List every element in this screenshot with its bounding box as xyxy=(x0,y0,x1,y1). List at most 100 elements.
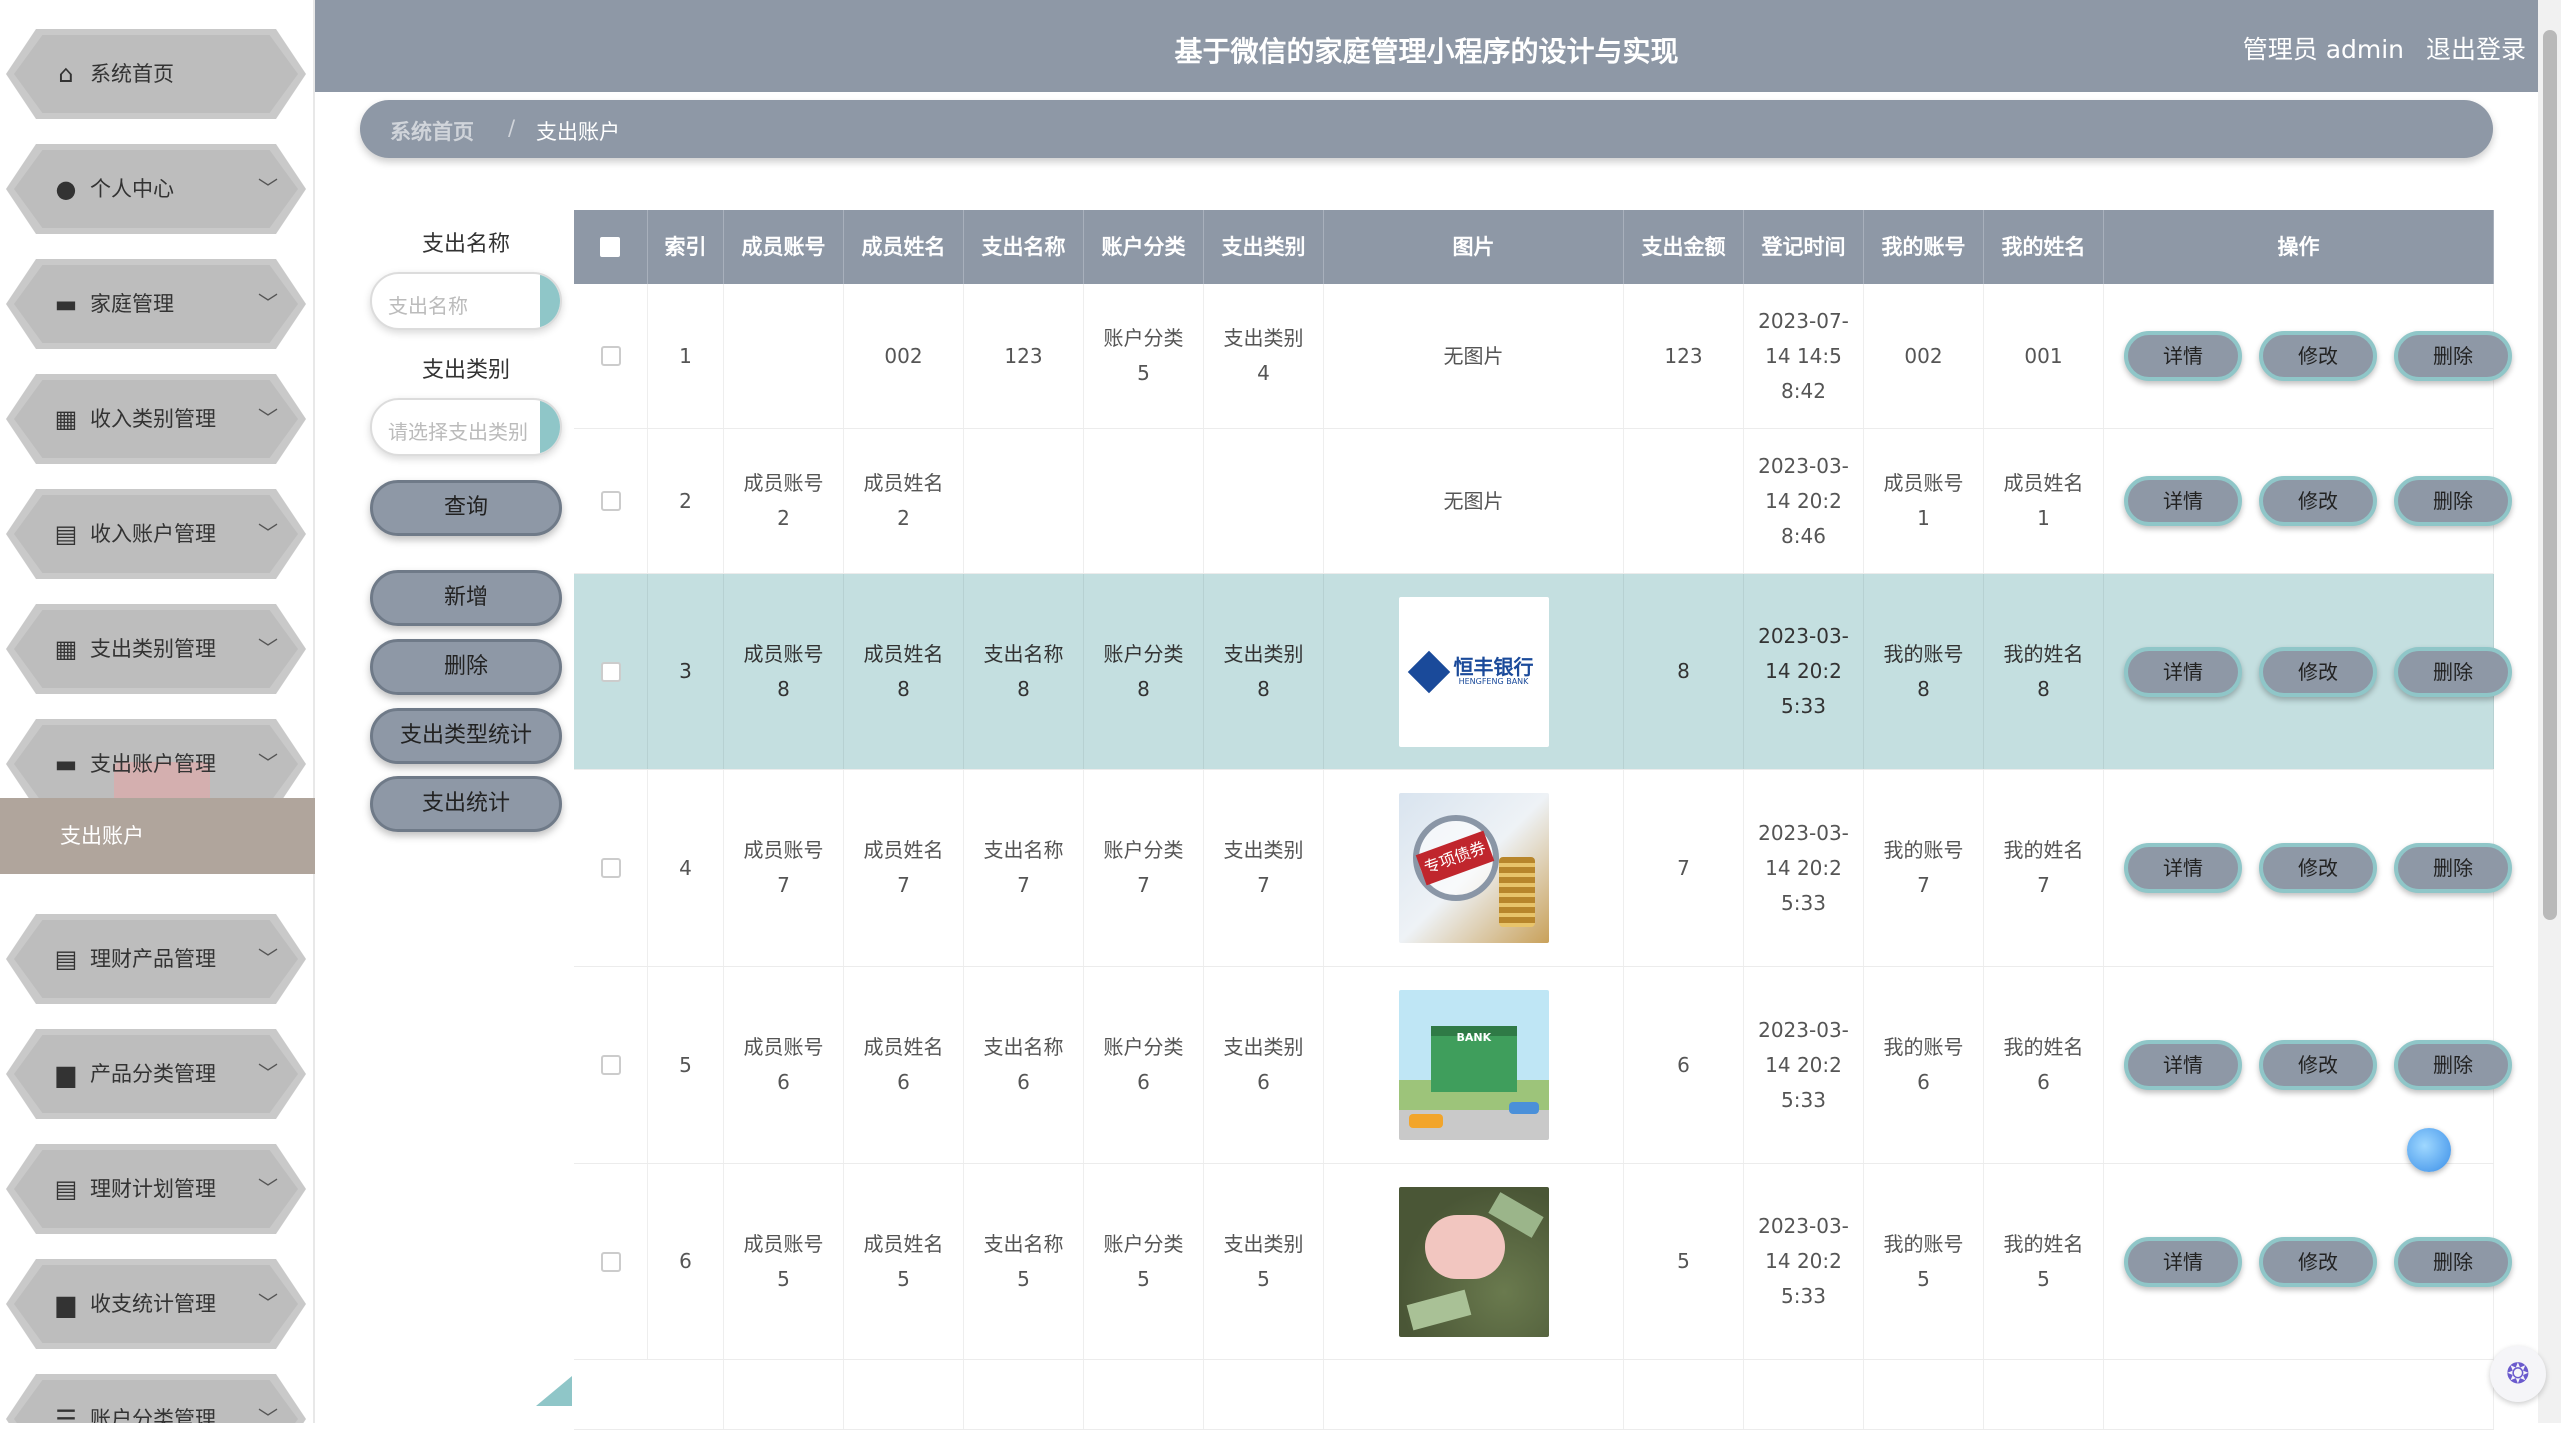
expense-type-select[interactable]: 请选择支出类别 xyxy=(370,398,562,456)
expense-stats-button[interactable]: 支出统计 xyxy=(370,776,562,832)
breadcrumb-separator: / xyxy=(508,116,516,140)
edit-button[interactable]: 修改 xyxy=(2259,843,2377,893)
edit-button[interactable]: 修改 xyxy=(2259,646,2377,697)
delete-button[interactable]: 删除 xyxy=(2394,476,2512,526)
detail-button[interactable]: 详情 xyxy=(2124,1040,2242,1090)
cell-amount xyxy=(1624,429,1744,573)
bank-logo-text: 恒丰银行 xyxy=(1453,655,1534,680)
table-row[interactable]: 6 成员账号5 成员姓名5 支出名称5 账户分类5 支出类别5 5 2023-03-14 20… xyxy=(574,1164,2512,1360)
column-header[interactable]: 操作 xyxy=(2104,210,2494,284)
sidebar-item-0[interactable]: ⌂ 系统首页 xyxy=(6,29,306,119)
row-checkbox[interactable] xyxy=(600,858,621,878)
detail-button[interactable]: 详情 xyxy=(2124,646,2242,697)
cell-expense-type: 支出类别6 xyxy=(1204,967,1324,1163)
cell-time: 2023-07-14 14:58:42 xyxy=(1744,284,1864,428)
column-header[interactable]: 索引 xyxy=(648,210,724,284)
row-checkbox[interactable] xyxy=(600,1055,621,1075)
delete-button[interactable]: 删除 xyxy=(2394,1040,2512,1090)
detail-button[interactable]: 详情 xyxy=(2124,843,2242,893)
batch-delete-button[interactable]: 删除 xyxy=(370,639,562,695)
sidebar-item-1[interactable]: ● 个人中心 ﹀ xyxy=(6,144,306,234)
detail-button[interactable]: 详情 xyxy=(2124,1236,2242,1287)
ai-assistant-icon[interactable]: ❂ xyxy=(2490,1346,2546,1402)
row-checkbox[interactable] xyxy=(600,346,621,366)
sidebar-item-label: 支出账户管理 xyxy=(90,752,216,776)
edit-button[interactable]: 修改 xyxy=(2259,331,2377,381)
grid-icon: ▦ xyxy=(54,405,78,433)
table-row[interactable]: 1 002 123 账户分类5 支出类别4 无图片 123 2023-07-14 14:58:… xyxy=(574,284,2512,429)
column-header[interactable]: 图片 xyxy=(1324,210,1624,284)
table-row[interactable] xyxy=(574,1360,2494,1430)
column-header[interactable]: 成员姓名 xyxy=(844,210,964,284)
cell-expense-name: 支出名称5 xyxy=(964,1164,1084,1359)
scrollbar-thumb[interactable] xyxy=(2543,30,2557,920)
detail-button[interactable]: 详情 xyxy=(2124,331,2242,381)
table-row[interactable]: 5 成员账号6 成员姓名6 支出名称6 账户分类6 支出类别6 BANK 6 2023-03-1… xyxy=(574,967,2512,1164)
column-header[interactable]: 支出名称 xyxy=(964,210,1084,284)
car-icon xyxy=(1408,1114,1443,1128)
delete-button[interactable]: 删除 xyxy=(2394,646,2512,697)
sidebar-subitem-expense-account[interactable]: 支出账户 xyxy=(0,798,315,874)
expense-type-stats-button[interactable]: 支出类型统计 xyxy=(370,708,562,764)
column-header[interactable]: 账户分类 xyxy=(1084,210,1204,284)
cell-expense-name xyxy=(964,429,1084,573)
add-button[interactable]: 新增 xyxy=(370,570,562,626)
cell-expense-type: 支出类别8 xyxy=(1204,574,1324,769)
row-checkbox[interactable] xyxy=(600,661,621,682)
cell-member-name: 成员姓名6 xyxy=(844,967,964,1163)
column-header[interactable]: 支出类别 xyxy=(1204,210,1324,284)
cell-index: 5 xyxy=(648,967,724,1163)
page-scrollbar[interactable] xyxy=(2538,0,2561,1423)
sidebar-item-10[interactable]: ▆ 收支统计管理 ﹀ xyxy=(6,1259,306,1349)
diamond-icon xyxy=(1407,650,1450,693)
delete-button[interactable]: 删除 xyxy=(2394,331,2512,381)
actions-cell: 详情 修改 删除 xyxy=(2104,574,2512,769)
edit-button[interactable]: 修改 xyxy=(2259,1236,2377,1287)
cell-index: 1 xyxy=(648,284,724,428)
cell-expense-type: 支出类别4 xyxy=(1204,284,1324,428)
breadcrumb-home[interactable]: 系统首页 xyxy=(390,116,474,146)
cell-index: 3 xyxy=(648,574,724,769)
row-checkbox[interactable] xyxy=(600,491,621,511)
row-checkbox[interactable] xyxy=(600,1251,621,1272)
column-header[interactable]: 成员账号 xyxy=(724,210,844,284)
query-button[interactable]: 查询 xyxy=(370,480,562,536)
cell-member-account: 成员账号2 xyxy=(724,429,844,573)
sidebar-item-4[interactable]: ▤ 收入账户管理 ﹀ xyxy=(6,489,306,579)
breadcrumb-current: 支出账户 xyxy=(536,120,620,144)
sidebar-item-7[interactable]: ▤ 理财产品管理 ﹀ xyxy=(6,914,306,1004)
column-header[interactable]: 我的姓名 xyxy=(1984,210,2104,284)
cell-member-account: 成员账号5 xyxy=(724,1164,844,1359)
sidebar-item-9[interactable]: ▤ 理财计划管理 ﹀ xyxy=(6,1144,306,1234)
sidebar-item-3[interactable]: ▦ 收入类别管理 ﹀ xyxy=(6,374,306,464)
family-icon: ▬ xyxy=(54,290,78,318)
delete-button[interactable]: 删除 xyxy=(2394,1236,2512,1287)
delete-button[interactable]: 删除 xyxy=(2394,843,2512,893)
sidebar-item-11[interactable]: ☰ 账户分类管理 ﹀ xyxy=(6,1374,306,1423)
sidebar-item-2[interactable]: ▬ 家庭管理 ﹀ xyxy=(6,259,306,349)
table-row[interactable]: 4 成员账号7 成员姓名7 支出名称7 账户分类7 支出类别7 专项债券 7 2023-03-1… xyxy=(574,770,2512,967)
magnifier-icon: 专项债券 xyxy=(1412,815,1499,901)
app-title: 基于微信的家庭管理小程序的设计与实现 xyxy=(1174,35,1679,68)
edit-button[interactable]: 修改 xyxy=(2259,1040,2377,1090)
column-header[interactable]: 支出金额 xyxy=(1624,210,1744,284)
cell-account-type: 账户分类5 xyxy=(1084,284,1204,428)
chevron-down-icon: ﹀ xyxy=(258,406,278,430)
column-header[interactable]: 登记时间 xyxy=(1744,210,1864,284)
cell-amount: 6 xyxy=(1624,967,1744,1163)
table-row[interactable]: 3 成员账号8 成员姓名8 支出名称8 账户分类8 支出类别8 恒丰银行 HENGFENG B… xyxy=(574,574,2512,770)
expense-name-input[interactable]: 支出名称 xyxy=(370,272,562,330)
detail-button[interactable]: 详情 xyxy=(2124,476,2242,526)
floating-assistant-ball[interactable] xyxy=(2407,1128,2451,1172)
select-all-checkbox[interactable] xyxy=(600,237,620,257)
sidebar-item-5[interactable]: ▦ 支出类别管理 ﹀ xyxy=(6,604,306,694)
cell-account-type xyxy=(1084,429,1204,573)
column-header[interactable]: 我的账号 xyxy=(1864,210,1984,284)
sidebar-item-8[interactable]: ▆ 产品分类管理 ﹀ xyxy=(6,1029,306,1119)
magnifier-coins-image: 专项债券 xyxy=(1398,793,1549,943)
table-cell xyxy=(1984,1360,2104,1429)
inbox-icon: ▆ xyxy=(56,1290,76,1318)
logout-link[interactable]: 退出登录 xyxy=(2426,35,2526,64)
edit-button[interactable]: 修改 xyxy=(2259,476,2377,526)
table-row[interactable]: 2 成员账号2 成员姓名2 无图片 2023-03-14 20:28:46 成员账号1 成员… xyxy=(574,429,2512,574)
